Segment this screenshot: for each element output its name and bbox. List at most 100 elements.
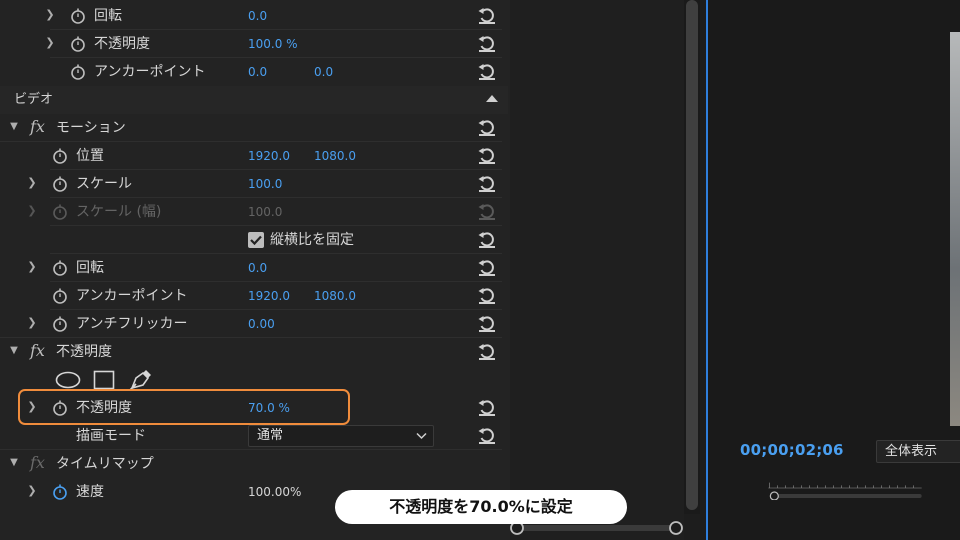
video-preview [950, 32, 960, 426]
reset-icon[interactable] [477, 174, 497, 194]
chevron-down-icon[interactable]: ▼ [8, 344, 20, 358]
effect-row-value[interactable]: 0.00 [248, 310, 275, 338]
effect-row-rotation[interactable]: ❯ 回転 0.0 [0, 254, 508, 282]
effect-row-rotation-prev[interactable]: ❯ 回転 0.0 [0, 2, 508, 30]
effect-row-value-x[interactable]: 0.0 [248, 58, 267, 86]
effect-row-value-x[interactable]: 1920.0 [248, 282, 290, 310]
stopwatch-icon[interactable] [52, 287, 68, 305]
section-title: ビデオ [14, 92, 54, 107]
effect-title: 不透明度 [56, 344, 112, 360]
blend-mode-value: 通常 [257, 428, 284, 443]
effect-title: モーション [56, 120, 126, 136]
effect-row-value: 100.0 [248, 205, 283, 219]
effect-title: タイムリマップ [56, 456, 154, 472]
chevron-right-icon[interactable]: ❯ [44, 36, 56, 50]
chevron-right-icon[interactable]: ❯ [26, 316, 38, 330]
checkmark-icon [250, 235, 262, 246]
effect-row-label: スケール (幅) [76, 204, 162, 220]
pen-mask-icon[interactable] [128, 369, 152, 391]
effect-row-value-y[interactable]: 1080.0 [314, 142, 356, 170]
caption-text: 不透明度を70.0%に設定 [389, 497, 573, 516]
stopwatch-icon[interactable] [52, 315, 68, 333]
chevron-right-icon[interactable]: ❯ [26, 260, 38, 274]
stopwatch-icon[interactable] [52, 147, 68, 165]
effect-row-value[interactable]: 0.0 [248, 254, 267, 282]
reset-icon[interactable] [477, 146, 497, 166]
chevron-right-icon: ❯ [27, 204, 37, 217]
reset-icon[interactable] [477, 34, 497, 54]
reset-icon[interactable] [477, 6, 497, 26]
reset-icon[interactable] [477, 258, 497, 278]
effect-row-label: アンカーポイント [76, 288, 188, 304]
effect-header-opacity[interactable]: ▼ fx 不透明度 [0, 338, 508, 366]
effect-row-uniform-scale[interactable]: 縦横比を固定 [0, 226, 508, 254]
chevron-right-icon[interactable]: ❯ [26, 484, 38, 498]
effect-row-value-y[interactable]: 0.0 [314, 58, 333, 86]
monitor-time-ruler[interactable] [730, 480, 960, 500]
effect-row-label: 位置 [76, 148, 104, 164]
rectangle-mask-icon[interactable] [93, 370, 115, 390]
effect-row-scale-width: ❯ スケール (幅) 100.0 [0, 198, 508, 226]
effect-row-position[interactable]: 位置 1920.0 1080.0 [0, 142, 508, 170]
reset-icon[interactable] [477, 342, 497, 362]
fx-icon[interactable]: fx [30, 453, 50, 473]
zoom-level-value: 全体表示 [885, 444, 938, 459]
effect-row-anti-flicker[interactable]: ❯ アンチフリッカー 0.00 [0, 310, 508, 338]
zoom-level-select[interactable]: 全体表示 [876, 440, 960, 463]
effect-row-value[interactable]: 100.00% [248, 478, 301, 506]
reset-icon[interactable] [477, 118, 497, 138]
chevron-down-icon[interactable]: ▼ [8, 456, 20, 470]
ruler-handle[interactable] [769, 491, 779, 500]
effect-row-label: 速度 [76, 484, 104, 500]
reset-icon[interactable] [477, 62, 497, 82]
chevron-right-icon[interactable]: ❯ [26, 176, 38, 190]
effect-row-value-y[interactable]: 1080.0 [314, 282, 356, 310]
effect-row-value[interactable]: 0.0 [248, 2, 267, 30]
effect-row-anchor-point[interactable]: アンカーポイント 1920.0 1080.0 [0, 282, 508, 310]
timecode-display[interactable]: 00;00;02;06 [740, 441, 844, 459]
effect-row-scale[interactable]: ❯ スケール 100.0 [0, 170, 508, 198]
reset-icon [478, 204, 495, 220]
reset-icon[interactable] [477, 398, 497, 418]
effect-row-value[interactable]: 100.0 % [248, 30, 298, 58]
chevron-down-icon [416, 432, 427, 440]
stopwatch-icon[interactable] [52, 175, 68, 193]
effect-row-value-x[interactable]: 1920.0 [248, 142, 290, 170]
section-header-video[interactable]: ビデオ [0, 86, 508, 114]
effect-header-time-remap[interactable]: ▼ fx タイムリマップ [0, 450, 508, 478]
blend-mode-select[interactable]: 通常 [248, 425, 434, 447]
effect-row-label: アンチフリッカー [76, 316, 188, 332]
effect-row-label: 回転 [94, 8, 122, 24]
timeline-strip [510, 0, 684, 540]
fx-icon[interactable]: fx [30, 117, 50, 137]
stopwatch-icon[interactable] [70, 63, 86, 81]
effect-row-opacity-prev[interactable]: ❯ 不透明度 100.0 % [0, 30, 508, 58]
reset-icon[interactable] [477, 426, 497, 446]
effect-controls-panel: ❯ 回転 0.0 ❯ 不透明度 100.0 % アンカーポイント 0.0 0.0… [0, 0, 510, 540]
stopwatch-icon[interactable] [52, 483, 68, 501]
effect-row-value[interactable]: 100.0 [248, 170, 282, 198]
reset-icon[interactable] [477, 230, 497, 250]
effect-row-label: アンカーポイント [94, 64, 206, 80]
vertical-scrollbar-thumb[interactable] [686, 0, 698, 510]
chevron-down-icon[interactable]: ▼ [8, 120, 20, 134]
stopwatch-icon[interactable] [70, 35, 86, 53]
uniform-scale-checkbox[interactable] [248, 232, 264, 248]
effect-row-label: 描画モード [76, 428, 146, 444]
collapse-up-icon[interactable] [486, 95, 498, 102]
fx-icon[interactable]: fx [30, 341, 50, 361]
stopwatch-icon[interactable] [70, 7, 86, 25]
ellipse-mask-icon[interactable] [55, 371, 81, 389]
highlight-opacity-row [18, 389, 350, 425]
chevron-right-icon[interactable]: ❯ [44, 8, 56, 22]
reset-icon[interactable] [477, 286, 497, 306]
caption-banner: 不透明度を70.0%に設定 [335, 490, 627, 524]
reset-icon[interactable] [477, 314, 497, 334]
effect-row-blend-mode[interactable]: 描画モード 通常 [0, 422, 508, 450]
checkbox-label: 縦横比を固定 [270, 232, 354, 248]
stopwatch-icon [53, 204, 67, 220]
stopwatch-icon[interactable] [52, 259, 68, 277]
effect-row-anchor-prev[interactable]: アンカーポイント 0.0 0.0 [0, 58, 508, 86]
effect-header-motion[interactable]: ▼ fx モーション [0, 114, 508, 142]
effect-row-label: 回転 [76, 260, 104, 276]
